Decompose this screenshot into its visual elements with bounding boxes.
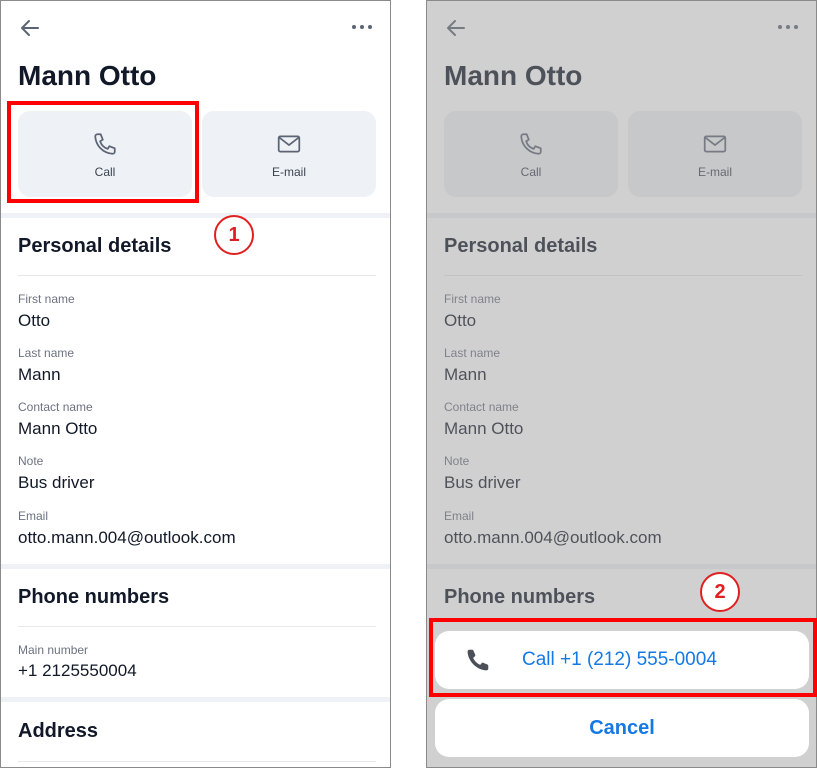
- section-divider: [1, 213, 390, 218]
- more-horizontal-icon[interactable]: [350, 19, 374, 35]
- personal-details-heading: Personal details: [18, 235, 172, 257]
- cancel-text: Cancel: [589, 716, 655, 739]
- last-name-value: Mann: [18, 365, 61, 384]
- email-label: Email: [18, 509, 49, 523]
- email-button-label: E-mail: [271, 165, 306, 179]
- email-value[interactable]: otto.mann.004@outlook.com: [18, 528, 236, 548]
- first-name-label: First name: [18, 292, 75, 306]
- main-number-label: Main number: [18, 643, 89, 657]
- section-divider: [1, 564, 390, 569]
- phone-numbers-heading: Phone numbers: [18, 586, 170, 608]
- divider: [18, 761, 376, 762]
- note-value: Bus driver: [18, 473, 95, 492]
- main-number-value[interactable]: +1 2125550004: [18, 661, 137, 681]
- email-button[interactable]: E-mail: [202, 111, 376, 197]
- section-divider: [1, 697, 390, 702]
- top-bar: [1, 1, 390, 55]
- address-heading: Address: [18, 720, 99, 742]
- cancel-button[interactable]: Cancel: [435, 699, 809, 757]
- divider: [18, 626, 376, 627]
- contact-name-title: Mann Otto: [18, 60, 157, 91]
- step-badge-1: 1: [214, 215, 254, 255]
- highlight-call-button: [7, 101, 199, 203]
- envelope-icon: [277, 135, 301, 153]
- note-label: Note: [18, 454, 44, 468]
- arrow-left-icon[interactable]: [19, 17, 41, 39]
- contact-name-label: Contact name: [18, 400, 93, 414]
- highlight-call-action: [429, 618, 817, 697]
- step-badge-2: 2: [700, 572, 740, 612]
- divider: [18, 275, 376, 276]
- contact-name-value: Mann Otto: [18, 419, 98, 438]
- first-name-value: Otto: [18, 311, 51, 330]
- last-name-label: Last name: [18, 346, 75, 360]
